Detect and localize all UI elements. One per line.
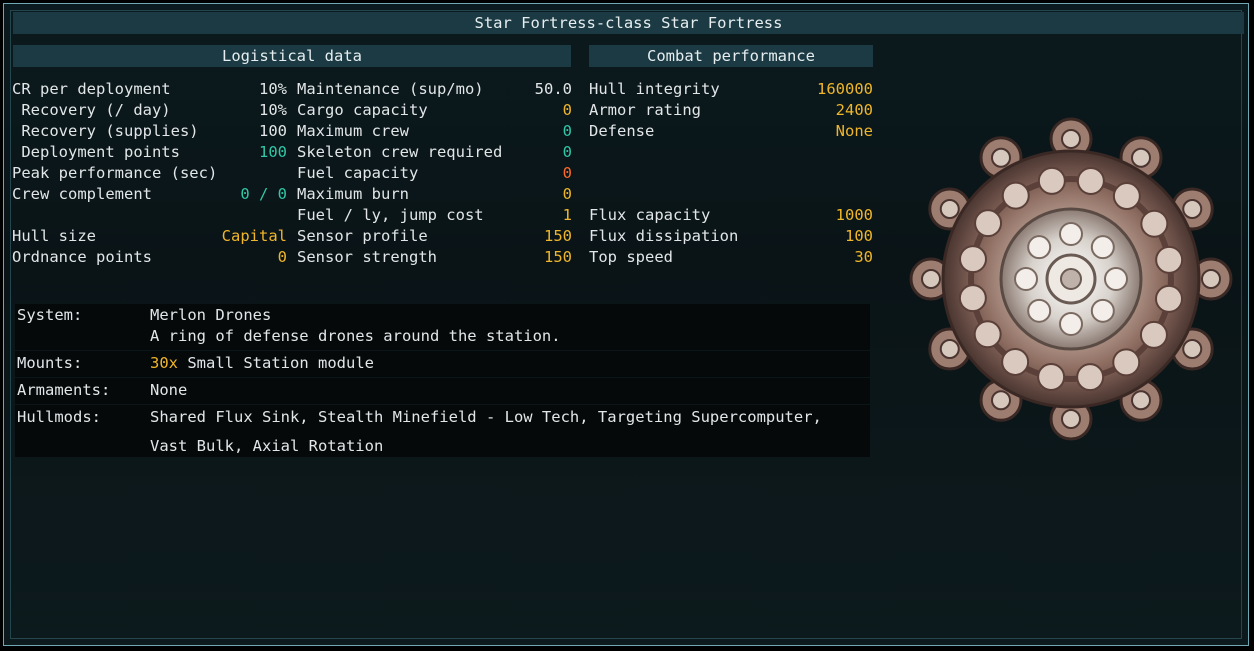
star-fortress-sprite-icon: [909, 117, 1233, 441]
logistics-stat-label: Crew complement: [12, 185, 152, 203]
logistics-stat-row: Maintenance (sup/mo) 50.0: [297, 79, 572, 100]
combat-stat-label: Top speed: [589, 248, 673, 266]
combat-stat-value: 1000: [835, 206, 873, 224]
hullmods-row: Hullmods: Shared Flux Sink, Stealth Mine…: [15, 405, 870, 457]
logistics-stat-value: 0: [562, 101, 572, 119]
combat-stat-value: 160000: [817, 80, 873, 98]
logistics-stat-label: Deployment points: [12, 143, 180, 161]
logistical-data-heading: Logistical data: [13, 45, 571, 67]
mounts-value: 30x Small Station module: [150, 354, 374, 372]
logistics-stat-value: 100: [259, 122, 287, 140]
hullmods-line-2: Vast Bulk, Axial Rotation: [150, 437, 384, 455]
logistics-stat-value: 10%: [259, 101, 287, 119]
armaments-value: None: [150, 381, 188, 399]
logistics-stat-label: Fuel / ly, jump cost: [297, 206, 484, 224]
logistics-stat-row: Skeleton crew required 0: [297, 142, 572, 163]
logistics-stat-label: Maintenance (sup/mo): [297, 80, 484, 98]
logistics-stat-value: 10%: [259, 80, 287, 98]
logistics-stat-label: Sensor strength: [297, 248, 437, 266]
logistics-stat-label: Cargo capacity: [297, 101, 428, 119]
logistics-stat-row: Fuel / ly, jump cost 1: [297, 205, 572, 226]
combat-stat-value: 100: [845, 227, 873, 245]
logistics-stat-row: Sensor profile 150: [297, 226, 572, 247]
combat-stat-label: Defense: [589, 122, 655, 140]
combat-stat-value: 30: [854, 248, 873, 266]
logistics-stat-value: 0: [562, 185, 572, 203]
logistics-stat-value: 0 / 0: [240, 185, 287, 203]
combat-stat-row: Hull integrity 160000: [589, 79, 873, 100]
logistics-stat-row: Peak performance (sec): [12, 163, 287, 184]
logistics-stat-row: Recovery (supplies) 100: [12, 121, 287, 142]
combat-stat-row: Top speed 30: [589, 247, 873, 268]
combat-stat-label: Flux dissipation: [589, 227, 739, 245]
combat-stat-label: Hull integrity: [589, 80, 720, 98]
logistics-stat-label: Maximum crew: [297, 122, 409, 140]
logistics-stat-row: Cargo capacity 0: [297, 100, 572, 121]
logistics-stat-label: Sensor profile: [297, 227, 428, 245]
mounts-row: Mounts: 30x Small Station module: [15, 351, 870, 377]
mounts-count: 30x: [150, 354, 178, 372]
hullmods-line-1: Shared Flux Sink, Stealth Minefield - Lo…: [150, 408, 822, 426]
logistics-stat-value: 0: [562, 164, 572, 182]
logistics-stat-value: Capital: [221, 227, 287, 245]
mounts-type: Small Station module: [187, 354, 374, 372]
system-row: System: Merlon Drones A ring of defense …: [15, 304, 870, 350]
logistics-stat-row: Maximum burn 0: [297, 184, 572, 205]
combat-stat-row: Armor rating 2400: [589, 100, 873, 121]
logistics-stat-value: 1: [562, 206, 572, 224]
logistics-stat-value: 150: [544, 248, 572, 266]
logistics-stat-row: Deployment points 100: [12, 142, 287, 163]
combat-performance-heading: Combat performance: [589, 45, 873, 67]
logistics-stat-value: 0: [562, 122, 572, 140]
logistics-stat-row: Maximum crew 0: [297, 121, 572, 142]
logistics-stat-label: Maximum burn: [297, 185, 409, 203]
combat-stat-row: Defense None: [589, 121, 873, 142]
logistics-stat-label: Skeleton crew required: [297, 143, 503, 161]
logistics-stat-row: Fuel capacity 0: [297, 163, 572, 184]
system-name: Merlon Drones: [150, 306, 272, 324]
logistics-stat-value: 150: [544, 227, 572, 245]
combat-stat-row: Flux dissipation 100: [589, 226, 873, 247]
combat-stat-value: 2400: [835, 101, 873, 119]
logistics-stat-value: 100: [259, 143, 287, 161]
logistics-stat-row: Crew complement 0 / 0: [12, 184, 287, 205]
combat-stat-row: Flux capacity 1000: [589, 205, 873, 226]
logistics-stat-label: Fuel capacity: [297, 164, 419, 182]
logistics-stat-label: Recovery (/ day): [12, 101, 171, 119]
system-description: A ring of defense drones around the stat…: [150, 327, 561, 345]
logistics-stat-value: 0: [277, 248, 287, 266]
logistics-stat-row: Hull size Capital: [12, 226, 287, 247]
mounts-label: Mounts:: [17, 354, 83, 372]
system-label: System:: [17, 306, 83, 324]
logistics-stat-label: Hull size: [12, 227, 96, 245]
logistics-stat-label: Ordnance points: [12, 248, 152, 266]
combat-stat-value: None: [835, 122, 873, 140]
logistics-stat-row: Recovery (/ day) 10%: [12, 100, 287, 121]
logistics-stat-row: CR per deployment 10%: [12, 79, 287, 100]
logistics-stat-label: Recovery (supplies): [12, 122, 199, 140]
logistics-stat-row: Ordnance points 0: [12, 247, 287, 268]
logistics-stat-value: 50.0: [534, 80, 572, 98]
combat-stat-label: Armor rating: [589, 101, 701, 119]
combat-stat-label: Flux capacity: [589, 206, 711, 224]
logistics-stat-value: 0: [562, 143, 572, 161]
armaments-label: Armaments:: [17, 381, 111, 399]
logistics-stat-label: Peak performance (sec): [12, 164, 218, 182]
armaments-row: Armaments: None: [15, 378, 870, 404]
ship-title: Star Fortress-class Star Fortress: [13, 12, 1244, 34]
logistics-stat-label: CR per deployment: [12, 80, 171, 98]
hullmods-label: Hullmods:: [17, 408, 101, 426]
logistics-stat-row: Sensor strength 150: [297, 247, 572, 268]
